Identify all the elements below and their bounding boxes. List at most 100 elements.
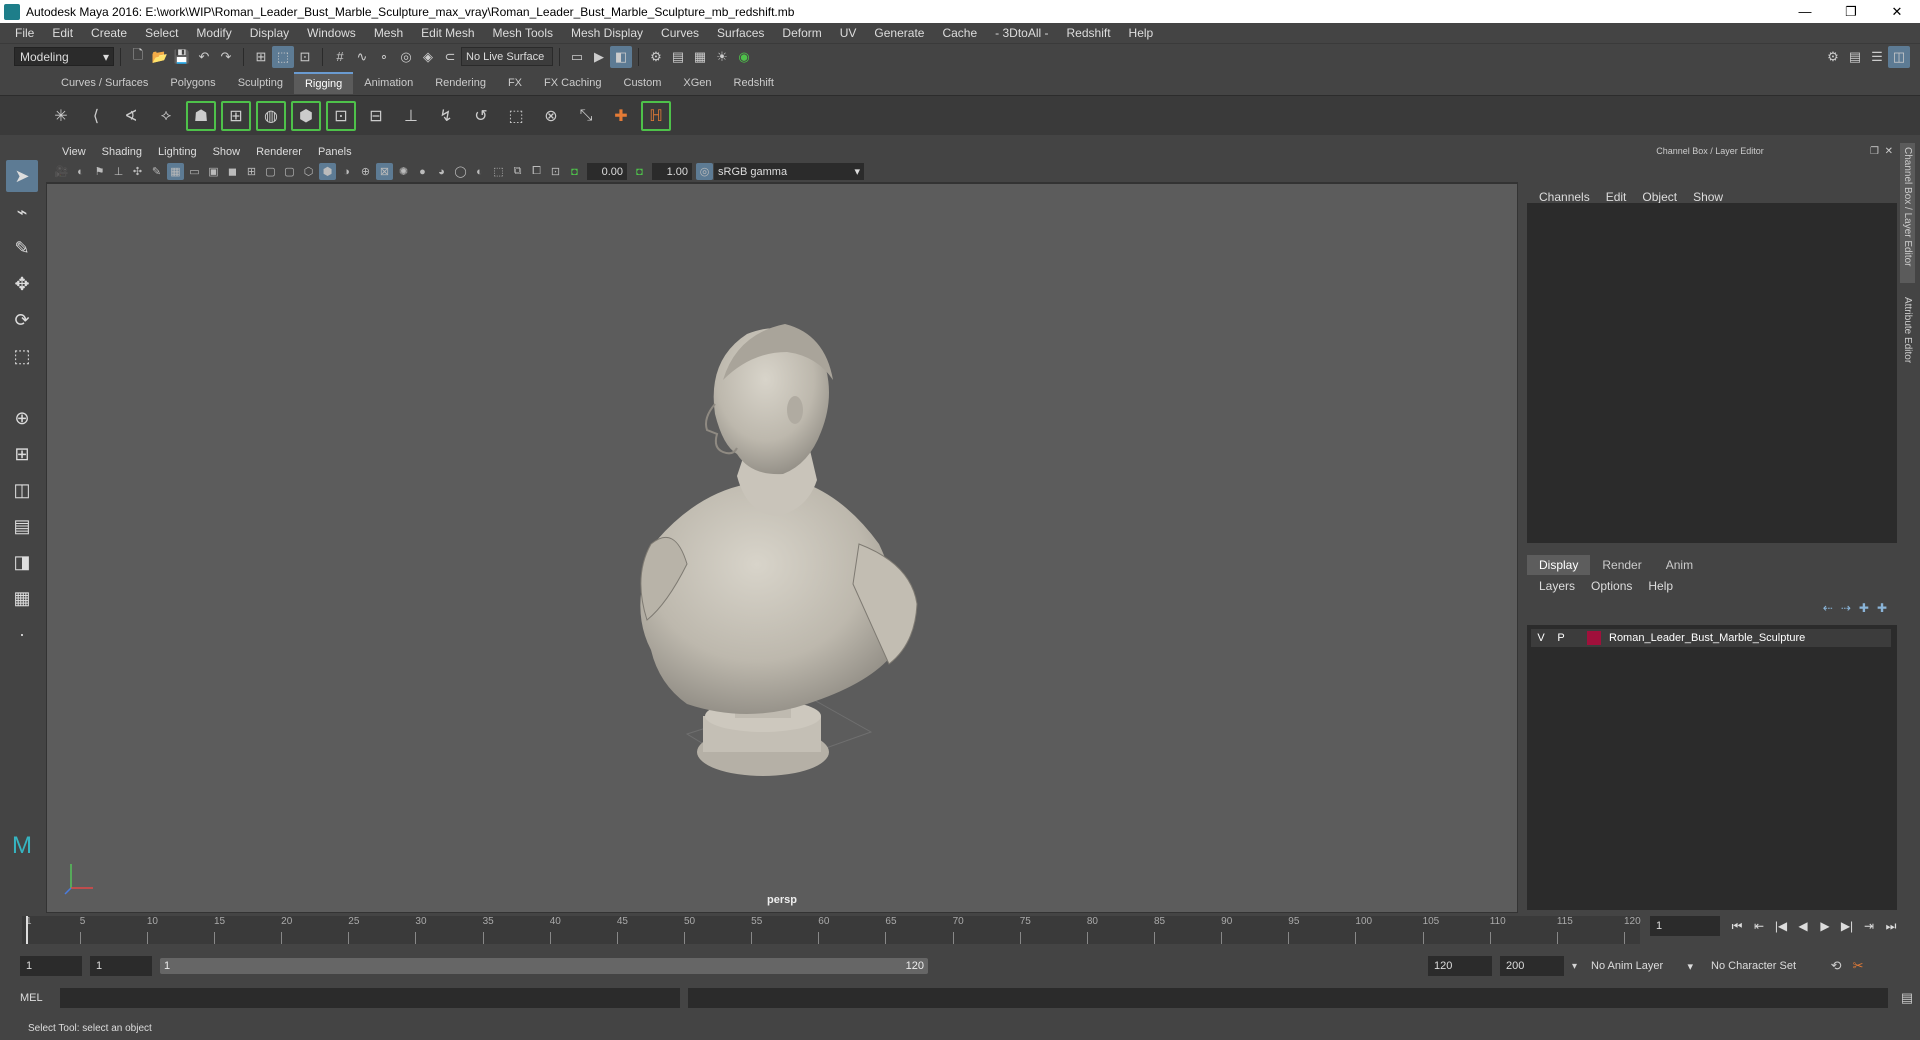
workspace-modeling-icon[interactable]: ⚙ <box>1822 46 1844 68</box>
mel-label[interactable]: MEL <box>20 992 60 1004</box>
ipr-render-icon[interactable]: ◧ <box>610 45 632 68</box>
channel-box-toggle-icon[interactable]: ◫ <box>1888 45 1910 68</box>
menu-edit[interactable]: Edit <box>43 26 82 40</box>
scale-tool-icon[interactable]: ⬚ <box>6 340 38 372</box>
side-tab-attribute-editor[interactable]: Attribute Editor <box>1900 293 1915 367</box>
mel-input[interactable] <box>60 988 680 1008</box>
menu-redshift[interactable]: Redshift <box>1058 26 1120 40</box>
tab-rendering[interactable]: Rendering <box>424 72 497 94</box>
menu-mesh-tools[interactable]: Mesh Tools <box>484 26 562 40</box>
bust-model[interactable] <box>47 184 1519 914</box>
2d-pan-icon[interactable]: ✣ <box>129 163 146 180</box>
quick-rig-icon[interactable]: ☗ <box>186 100 216 131</box>
xray-joints-icon[interactable]: ⧠ <box>528 163 545 180</box>
paint-weights-icon[interactable]: ◍ <box>256 100 286 131</box>
tab-display[interactable]: Display <box>1527 555 1591 575</box>
layer-color-swatch[interactable] <box>1587 631 1601 645</box>
new-layer-selected-icon[interactable]: ✚ <box>1877 601 1887 615</box>
layer-playback-toggle[interactable]: P <box>1551 632 1571 644</box>
render-settings-icon[interactable]: ⚙ <box>645 46 667 68</box>
snap-point-icon[interactable]: ∘ <box>373 46 395 68</box>
new-scene-icon[interactable]: 🗋 <box>127 46 149 68</box>
menu-surfaces[interactable]: Surfaces <box>708 26 773 40</box>
lasso-tool-icon[interactable]: ⌁ <box>6 196 38 228</box>
orient-constraint-icon[interactable]: ↺ <box>466 101 496 131</box>
step-forward-key-icon[interactable]: ⇥ <box>1858 916 1880 936</box>
magnet-icon[interactable]: ⊂ <box>439 46 461 68</box>
select-object-icon[interactable]: ⬚ <box>272 45 294 68</box>
go-to-start-icon[interactable]: ⏮ <box>1726 916 1748 936</box>
minimize-button[interactable]: — <box>1782 0 1828 23</box>
depth-of-field-icon[interactable]: ◐ <box>471 163 488 180</box>
xray-components-icon[interactable]: ⊡ <box>547 163 564 180</box>
camera-attr-icon[interactable]: ◐ <box>72 163 89 180</box>
current-frame-field[interactable]: 1 <box>1650 916 1720 936</box>
menu-3dtoall[interactable]: - 3DtoAll - <box>986 26 1057 40</box>
menu-create[interactable]: Create <box>82 26 136 40</box>
layer-name[interactable]: Roman_Leader_Bust_Marble_Sculpture <box>1605 632 1805 644</box>
pole-vector-icon[interactable]: ⤡ <box>571 101 601 131</box>
step-back-key-icon[interactable]: ⇤ <box>1748 916 1770 936</box>
exposure-icon[interactable]: ◘ <box>566 163 583 180</box>
bookmark-icon[interactable]: ⚑ <box>91 163 108 180</box>
gamma-icon[interactable]: ◘ <box>631 163 648 180</box>
side-tab-channel-box[interactable]: Channel Box / Layer Editor <box>1900 143 1915 283</box>
float-panel-icon[interactable]: ❐ <box>1870 146 1879 157</box>
ly-menu-options[interactable]: Options <box>1583 579 1640 597</box>
current-time-marker[interactable] <box>26 916 28 944</box>
tab-redshift[interactable]: Redshift <box>723 72 785 94</box>
step-back-frame-icon[interactable]: |◀ <box>1770 916 1792 936</box>
menu-windows[interactable]: Windows <box>298 26 365 40</box>
auto-key-icon[interactable]: ⟲ <box>1825 955 1847 977</box>
single-view-icon[interactable]: ⊕ <box>6 402 38 434</box>
play-backwards-icon[interactable]: ◀ <box>1792 916 1814 936</box>
image-plane-icon[interactable]: ⊥ <box>110 163 127 180</box>
safe-action-icon[interactable]: ▢ <box>262 163 279 180</box>
vp-menu-shading[interactable]: Shading <box>94 146 150 158</box>
channel-box-area[interactable] <box>1527 203 1897 543</box>
safe-title-icon[interactable]: ▢ <box>281 163 298 180</box>
persp-outliner-icon[interactable]: ◫ <box>6 474 38 506</box>
menu-curves[interactable]: Curves <box>652 26 708 40</box>
exposure-field[interactable]: 0.00 <box>587 163 627 180</box>
select-tool-icon[interactable]: ➤ <box>6 160 38 192</box>
menu-mesh[interactable]: Mesh <box>365 26 412 40</box>
ik-handle-icon[interactable]: ∢ <box>116 101 146 131</box>
script-editor-icon[interactable]: ▤ <box>1896 987 1918 1009</box>
grease-pencil-icon[interactable]: ✎ <box>148 163 165 180</box>
snap-view-icon[interactable]: ◎ <box>395 46 417 68</box>
isolate-select-icon[interactable]: ⬚ <box>490 163 507 180</box>
anim-end-field[interactable]: 200 <box>1500 956 1564 976</box>
menu-cache[interactable]: Cache <box>933 26 986 40</box>
gamma-field[interactable]: 1.00 <box>652 163 692 180</box>
scale-constraint-icon[interactable]: ⬚ <box>501 101 531 131</box>
go-to-end-icon[interactable]: ⏭ <box>1880 916 1902 936</box>
render-setup-icon[interactable]: ▦ <box>689 46 711 68</box>
wireframe-icon[interactable]: ⬡ <box>300 163 317 180</box>
screen-space-ao-icon[interactable]: ● <box>414 163 431 180</box>
set-driven-key-icon[interactable]: ✚ <box>606 101 636 131</box>
aim-constraint-icon[interactable]: ⊗ <box>536 101 566 131</box>
redshift-render-icon[interactable]: ◉ <box>733 46 755 68</box>
menu-file[interactable]: File <box>6 26 43 40</box>
wireframe-on-shaded-icon[interactable]: ◑ <box>338 163 355 180</box>
layout-toggle-icon[interactable]: ▤ <box>1844 46 1866 68</box>
render-view-icon[interactable]: ▭ <box>566 46 588 68</box>
chevron-down-icon[interactable]: ▾ <box>1572 961 1577 972</box>
extra-layout-icon[interactable]: · <box>6 618 38 650</box>
grid-icon[interactable]: ▦ <box>167 163 184 180</box>
joint-tool-icon[interactable]: ✳ <box>46 101 76 131</box>
cb-menu-edit[interactable]: Edit <box>1598 190 1635 204</box>
tab-anim[interactable]: Anim <box>1654 555 1705 575</box>
character-set-dropdown[interactable]: No Character Set <box>1705 956 1818 976</box>
insert-joint-icon[interactable]: ⟨ <box>81 101 111 131</box>
new-layer-icon[interactable]: ✚ <box>1859 601 1869 615</box>
select-component-icon[interactable]: ⊡ <box>294 46 316 68</box>
tab-animation[interactable]: Animation <box>353 72 424 94</box>
menu-display[interactable]: Display <box>241 26 298 40</box>
tab-curves-surfaces[interactable]: Curves / Surfaces <box>50 72 159 94</box>
multisample-icon[interactable]: ◯ <box>452 163 469 180</box>
tab-rigging[interactable]: Rigging <box>293 72 354 94</box>
vp-menu-view[interactable]: View <box>54 146 94 158</box>
snap-surface-icon[interactable]: ◈ <box>417 46 439 68</box>
